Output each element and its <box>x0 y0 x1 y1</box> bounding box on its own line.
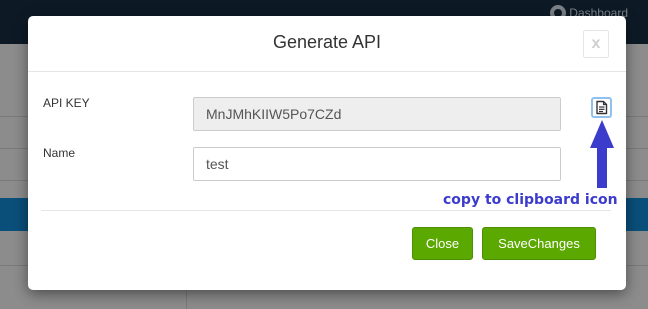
close-button[interactable]: Close <box>412 227 473 260</box>
clipboard-copy-icon <box>595 100 607 115</box>
name-label: Name <box>43 146 76 160</box>
api-key-label: API KEY <box>43 96 90 110</box>
generate-api-modal: Generate API x API KEY Name Close SaveCh… <box>28 16 626 290</box>
modal-title: Generate API <box>272 32 382 52</box>
api-key-field[interactable] <box>193 97 561 131</box>
modal-footer-divider <box>41 210 611 211</box>
modal-header: Generate API x <box>28 16 626 72</box>
save-changes-button[interactable]: SaveChanges <box>482 227 596 260</box>
name-field[interactable] <box>193 147 561 181</box>
copy-to-clipboard-button[interactable] <box>591 97 612 118</box>
arrow-up-icon <box>590 120 614 188</box>
annotation-label: copy to clipboard icon <box>443 192 618 208</box>
close-icon[interactable]: x <box>583 30 609 58</box>
